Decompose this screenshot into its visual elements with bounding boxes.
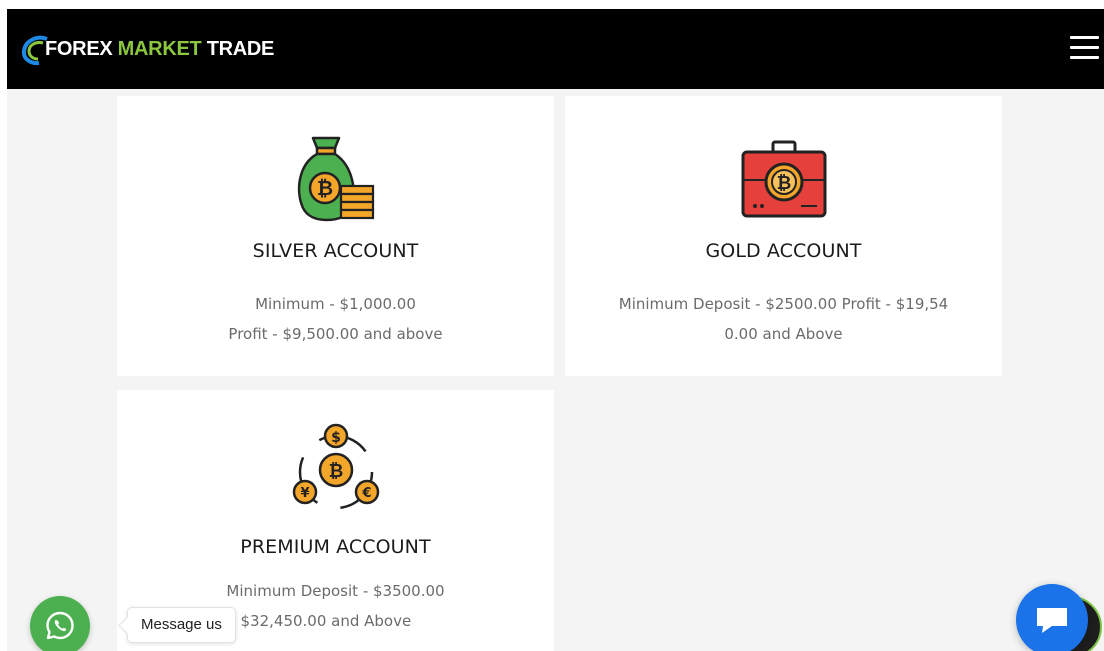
svg-text:₿: ₿ [316,176,332,200]
whatsapp-icon [46,611,74,640]
svg-text:€: € [361,486,371,501]
plan-details-line-1: Minimum Deposit - $2500.00 Profit - $19,… [618,295,949,313]
logo-text: FOREX MARKET TRADE [45,38,274,61]
live-chat-button[interactable] [1016,584,1088,651]
svg-text:₿: ₿ [776,173,791,194]
svg-text:¥: ¥ [300,486,309,501]
bitcoin-briefcase-icon: ₿ [741,140,826,218]
svg-text:₿: ₿ [328,461,343,482]
message-us-tooltip[interactable]: Message us [127,607,236,643]
chat-bubble-icon [1037,608,1067,633]
whatsapp-button[interactable] [30,596,90,651]
logo-forex: FOREX [45,37,113,60]
svg-text:$: $ [331,430,341,446]
plans-section: ₿ SILVER ACCOUNT Minimum - $1,000.00 Pro… [7,89,1104,651]
bitcoin-money-bag-icon: ₿ [297,136,374,222]
plan-minimum: Minimum Deposit - $3500.00 [226,582,445,600]
plan-profit: Profit - $9,500.00 and above [228,325,443,343]
plan-minimum: Minimum - $1,000.00 [255,295,416,313]
plan-details-line-2: 0.00 and Above [724,325,843,343]
plan-title: SILVER ACCOUNT [252,240,419,262]
logo-trade: TRADE [206,37,275,60]
plan-card-gold: ₿ GOLD ACCOUNT Minimum Deposit - $2500.0… [565,96,1002,376]
plan-profit: fit- $32,450.00 and Above [215,612,412,630]
plan-title: GOLD ACCOUNT [705,240,862,262]
navbar: FOREX MARKET TRADE [7,9,1104,89]
plan-card-silver: ₿ SILVER ACCOUNT Minimum - $1,000.00 Pro… [117,96,554,376]
currency-exchange-icon: $ ₿ ¥ € [292,423,379,510]
logo-market: MARKET [117,37,202,60]
plan-title: PREMIUM ACCOUNT [240,536,431,558]
hamburger-menu-icon[interactable] [1070,36,1099,60]
logo[interactable]: FOREX MARKET TRADE [19,33,274,66]
